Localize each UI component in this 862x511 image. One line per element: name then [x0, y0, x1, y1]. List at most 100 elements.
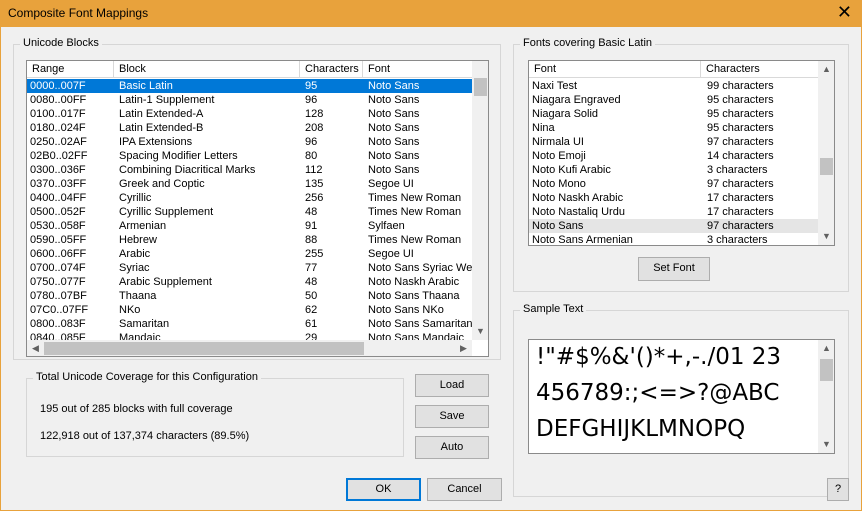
- cell-font: Noto Sans: [368, 122, 420, 134]
- cell-range: 0370..03FF: [30, 178, 87, 190]
- arrow-right-icon[interactable]: ▶: [455, 340, 472, 356]
- cell-font-name: Noto Sans Armenian: [532, 234, 633, 246]
- cell-range: 0080..00FF: [30, 94, 87, 106]
- cell-characters: 62: [305, 304, 318, 316]
- cell-range: 0250..02AF: [30, 136, 87, 148]
- cell-characters: 61: [305, 318, 318, 330]
- arrow-down-icon[interactable]: ▼: [818, 228, 834, 245]
- arrow-up-icon[interactable]: [472, 61, 488, 78]
- list-item[interactable]: Nirmala UI 97 characters: [529, 135, 818, 149]
- scroll-thumb[interactable]: [474, 78, 487, 96]
- cell-characters: 88: [305, 234, 318, 246]
- cell-font-characters: 95 characters: [707, 108, 774, 120]
- cell-font-characters: 99 characters: [707, 80, 774, 92]
- fonts-list-vscroll[interactable]: ▲ ▼: [818, 61, 834, 245]
- unicode-blocks-hscroll[interactable]: ◀ ▶: [27, 340, 472, 356]
- sample-text-vscroll[interactable]: ▲ ▼: [818, 340, 834, 453]
- dialog-body: Unicode Blocks Range Block Characters Fo…: [0, 27, 862, 511]
- list-item[interactable]: Noto Nastaliq Urdu 17 characters: [529, 205, 818, 219]
- cell-block: Thaana: [119, 290, 157, 302]
- arrow-down-icon[interactable]: ▼: [818, 436, 834, 453]
- column-header-range[interactable]: Range: [27, 61, 114, 78]
- list-item[interactable]: Nina 95 characters: [529, 121, 818, 135]
- cell-font: Sylfaen: [368, 220, 405, 232]
- cell-block: Greek and Coptic: [119, 178, 205, 190]
- cell-font-characters: 3 characters: [707, 164, 768, 176]
- cell-characters: 135: [305, 178, 324, 190]
- cell-font-name: Noto Kufi Arabic: [532, 164, 611, 176]
- column-header-font-characters[interactable]: Characters: [701, 61, 818, 78]
- unicode-blocks-vscroll[interactable]: ▼: [472, 61, 488, 340]
- table-row[interactable]: 0400..04FF Cyrillic 256 Times New Roman: [27, 191, 472, 205]
- cell-font-name: Noto Mono: [532, 178, 586, 190]
- table-row[interactable]: 0530..058F Armenian 91 Sylfaen: [27, 219, 472, 233]
- coverage-label: Total Unicode Coverage for this Configur…: [33, 371, 261, 383]
- cell-block: Spacing Modifier Letters: [119, 150, 238, 162]
- help-button[interactable]: ?: [827, 478, 849, 501]
- list-item[interactable]: Noto Emoji 14 characters: [529, 149, 818, 163]
- table-row[interactable]: 02B0..02FF Spacing Modifier Letters 80 Noto…: [27, 149, 472, 163]
- cell-block: Cyrillic Supplement: [119, 206, 214, 218]
- arrow-up-icon[interactable]: ▲: [818, 340, 834, 357]
- arrow-down-icon[interactable]: ▼: [472, 323, 488, 340]
- list-item[interactable]: Noto Sans 97 characters: [529, 219, 818, 233]
- column-header-block[interactable]: Block: [114, 61, 300, 78]
- table-row[interactable]: 0750..077F Arabic Supplement 48 Noto Naskh …: [27, 275, 472, 289]
- sample-text-box[interactable]: !"#$%&'()*+,-./01 23 456789:;<=>?@ABC DE…: [528, 339, 835, 454]
- table-row[interactable]: 0100..017F Latin Extended-A 128 Noto Sans: [27, 107, 472, 121]
- list-item[interactable]: Noto Mono 97 characters: [529, 177, 818, 191]
- ok-button[interactable]: OK: [346, 478, 421, 501]
- arrow-up-icon[interactable]: ▲: [818, 61, 834, 78]
- table-row[interactable]: 0590..05FF Hebrew 88 Times New Roman: [27, 233, 472, 247]
- table-row[interactable]: 0800..083F Samaritan 61 Noto Sans Samaritan: [27, 317, 472, 331]
- table-row[interactable]: 07C0..07FF NKo 62 Noto Sans NKo: [27, 303, 472, 317]
- cell-font: Noto Sans: [368, 136, 420, 148]
- cell-block: Cyrillic: [119, 192, 152, 204]
- list-item[interactable]: Noto Naskh Arabic 17 characters: [529, 191, 818, 205]
- cell-block: Samaritan: [119, 318, 170, 330]
- scroll-thumb[interactable]: [44, 342, 364, 355]
- table-row[interactable]: 0780..07BF Thaana 50 Noto Sans Thaana: [27, 289, 472, 303]
- cell-font-characters: 17 characters: [707, 192, 774, 204]
- list-item[interactable]: Noto Sans Armenian 3 characters: [529, 233, 818, 246]
- table-row[interactable]: 0000..007F Basic Latin 95 Noto Sans: [27, 79, 472, 93]
- list-item[interactable]: Niagara Engraved 95 characters: [529, 93, 818, 107]
- cell-font-name: Noto Sans: [532, 220, 584, 232]
- coverage-blocks-text: 195 out of 285 blocks with full coverage: [40, 403, 233, 415]
- scroll-thumb[interactable]: [820, 158, 833, 175]
- cell-font-characters: 97 characters: [707, 178, 774, 190]
- table-row[interactable]: 0250..02AF IPA Extensions 96 Noto Sans: [27, 135, 472, 149]
- arrow-left-icon[interactable]: ◀: [27, 340, 44, 356]
- column-header-font[interactable]: Font: [363, 61, 472, 78]
- list-item[interactable]: Niagara Solid 95 characters: [529, 107, 818, 121]
- cancel-button[interactable]: Cancel: [427, 478, 502, 501]
- cell-block: Combining Diacritical Marks: [119, 164, 256, 176]
- cell-font: Noto Sans: [368, 150, 420, 162]
- cell-font-characters: 17 characters: [707, 206, 774, 218]
- table-row[interactable]: 0600..06FF Arabic 255 Segoe UI: [27, 247, 472, 261]
- save-button[interactable]: Save: [415, 405, 489, 428]
- column-header-font-name[interactable]: Font: [529, 61, 701, 78]
- set-font-button[interactable]: Set Font: [638, 257, 710, 281]
- sample-text-label: Sample Text: [520, 303, 587, 315]
- table-row[interactable]: 0080..00FF Latin-1 Supplement 96 Noto Sans: [27, 93, 472, 107]
- table-row[interactable]: 0500..052F Cyrillic Supplement 48 Times New…: [27, 205, 472, 219]
- unicode-blocks-list[interactable]: Range Block Characters Font 0000..007F Ba…: [26, 60, 489, 357]
- table-row[interactable]: 0370..03FF Greek and Coptic 135 Segoe UI: [27, 177, 472, 191]
- load-button[interactable]: Load: [415, 374, 489, 397]
- cell-characters: 77: [305, 262, 318, 274]
- list-item[interactable]: Naxi Test 99 characters: [529, 79, 818, 93]
- cell-range: 0400..04FF: [30, 192, 87, 204]
- auto-button[interactable]: Auto: [415, 436, 489, 459]
- cell-block: Basic Latin: [119, 80, 173, 92]
- close-icon[interactable]: ✕: [837, 3, 852, 21]
- scroll-thumb[interactable]: [820, 359, 833, 381]
- table-row[interactable]: 0300..036F Combining Diacritical Marks 112…: [27, 163, 472, 177]
- table-row[interactable]: 0180..024F Latin Extended-B 208 Noto Sans: [27, 121, 472, 135]
- list-item[interactable]: Noto Kufi Arabic 3 characters: [529, 163, 818, 177]
- fonts-list[interactable]: Font Characters Naxi Test 99 characters Ni…: [528, 60, 835, 246]
- unicode-blocks-header: Range Block Characters Font: [27, 61, 472, 78]
- column-header-characters[interactable]: Characters: [300, 61, 363, 78]
- table-row[interactable]: 0700..074F Syriac 77 Noto Sans Syriac Wes: [27, 261, 472, 275]
- cell-font: Noto Sans Syriac Wes: [368, 262, 472, 274]
